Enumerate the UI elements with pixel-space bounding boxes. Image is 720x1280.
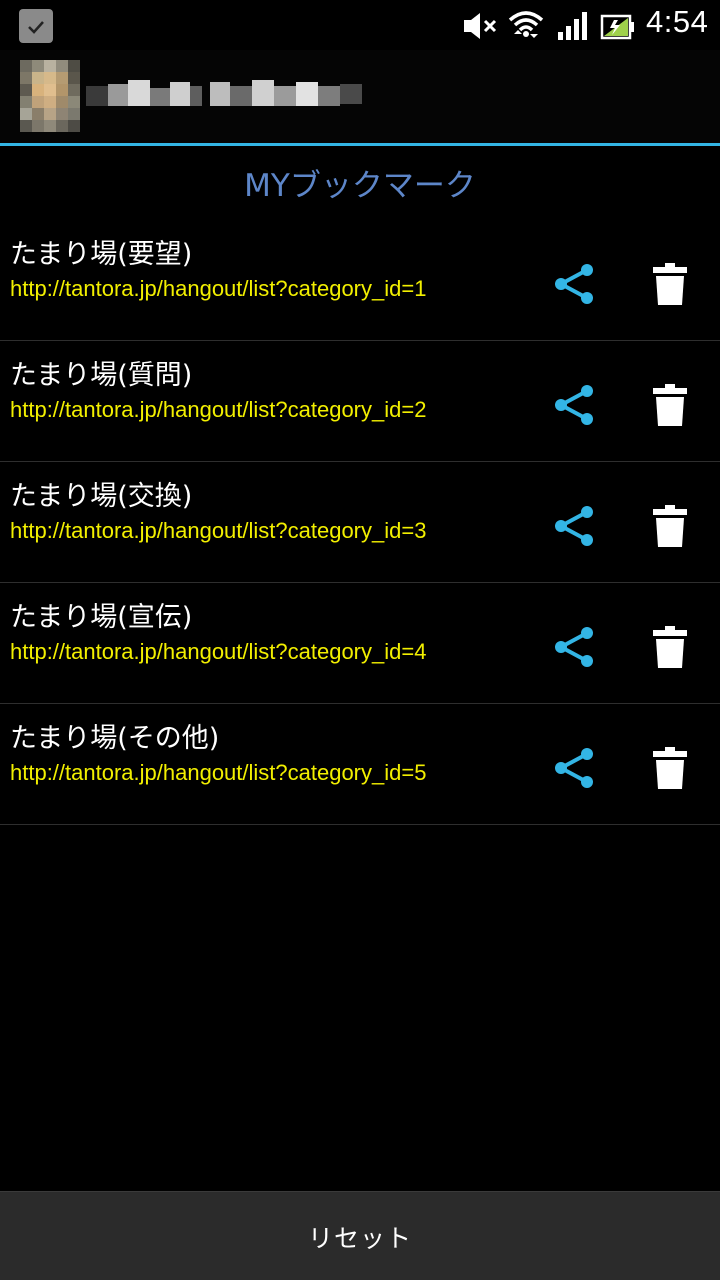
bookmark-item[interactable]: たまり場(要望) http://tantora.jp/hangout/list?… <box>0 220 720 341</box>
screen: 4:54 MYブックマーク たまり場(要望) http://tantora.jp… <box>0 0 720 1280</box>
trash-icon <box>653 384 687 426</box>
account-name-pixelated <box>86 74 376 118</box>
bookmark-item[interactable]: たまり場(交換) http://tantora.jp/hangout/list?… <box>0 462 720 583</box>
trash-icon <box>653 505 687 547</box>
trash-icon <box>653 747 687 789</box>
share-button[interactable] <box>548 379 600 431</box>
share-button[interactable] <box>548 621 600 673</box>
trash-icon <box>653 626 687 668</box>
delete-button[interactable] <box>644 621 696 673</box>
bottom-bar: リセット <box>0 1191 720 1280</box>
bookmark-url[interactable]: http://tantora.jp/hangout/list?category_… <box>10 760 426 786</box>
share-button[interactable] <box>548 742 600 794</box>
delete-button[interactable] <box>644 258 696 310</box>
bookmark-title: たまり場(要望) <box>10 239 193 270</box>
bookmark-item[interactable]: たまり場(その他) http://tantora.jp/hangout/list… <box>0 704 720 825</box>
page-title: MYブックマーク <box>244 168 476 204</box>
bookmark-url[interactable]: http://tantora.jp/hangout/list?category_… <box>10 397 426 423</box>
share-button[interactable] <box>548 500 600 552</box>
status-bar: 4:54 <box>0 0 720 50</box>
bookmark-item[interactable]: たまり場(宣伝) http://tantora.jp/hangout/list?… <box>0 583 720 704</box>
delete-button[interactable] <box>644 500 696 552</box>
share-icon <box>555 627 593 667</box>
mute-icon <box>464 13 497 39</box>
share-icon <box>555 748 593 788</box>
share-icon <box>555 385 593 425</box>
bookmark-title: たまり場(宣伝) <box>10 602 193 633</box>
status-time: 4:54 <box>646 4 709 39</box>
bookmark-list: たまり場(要望) http://tantora.jp/hangout/list?… <box>0 220 720 825</box>
check-notification-icon <box>19 9 53 43</box>
delete-button[interactable] <box>644 379 696 431</box>
bookmark-title: たまり場(交換) <box>10 481 193 512</box>
share-button[interactable] <box>548 258 600 310</box>
bookmark-title: たまり場(その他) <box>10 723 220 754</box>
wifi-icon <box>508 11 544 38</box>
bookmark-url[interactable]: http://tantora.jp/hangout/list?category_… <box>10 639 426 665</box>
bookmark-url[interactable]: http://tantora.jp/hangout/list?category_… <box>10 518 426 544</box>
share-icon <box>555 506 593 546</box>
share-icon <box>555 264 593 304</box>
header-divider <box>0 143 720 146</box>
bookmark-title: たまり場(質問) <box>10 360 193 391</box>
avatar <box>20 60 80 132</box>
bookmark-item[interactable]: たまり場(質問) http://tantora.jp/hangout/list?… <box>0 341 720 462</box>
signal-icon <box>558 12 587 40</box>
trash-icon <box>653 263 687 305</box>
reset-button[interactable]: リセット <box>0 1192 720 1280</box>
delete-button[interactable] <box>644 742 696 794</box>
bookmark-url[interactable]: http://tantora.jp/hangout/list?category_… <box>10 276 426 302</box>
battery-icon <box>600 14 634 40</box>
account-header <box>0 50 720 143</box>
